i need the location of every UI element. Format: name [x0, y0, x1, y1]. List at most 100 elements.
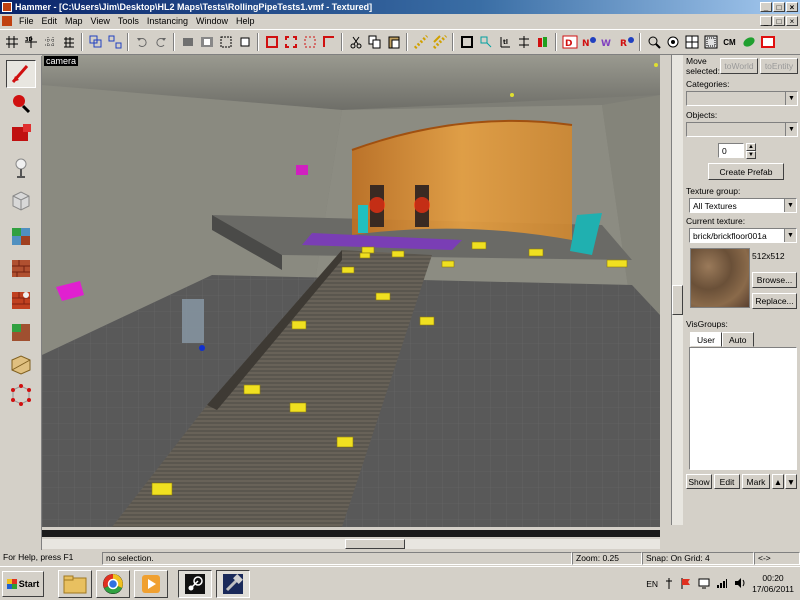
selection-tool-icon[interactable] — [6, 60, 36, 88]
steam-icon[interactable] — [178, 569, 212, 598]
start-button[interactable]: Start — [2, 570, 44, 597]
network-icon[interactable] — [716, 577, 728, 591]
hammer-app-icon[interactable] — [2, 2, 12, 12]
menu-map[interactable]: Map — [61, 16, 87, 26]
to-world-button[interactable]: toWorld — [720, 58, 758, 74]
menu-window[interactable]: Window — [192, 16, 232, 26]
transform-icon[interactable]: tl — [496, 33, 513, 51]
texture-app-icon[interactable] — [236, 33, 253, 51]
chevron-down-icon[interactable]: ▼ — [784, 199, 796, 212]
camera-viewport[interactable]: camera — [42, 55, 660, 527]
move-down-icon[interactable]: ▼ — [785, 474, 797, 489]
chevron-down-icon[interactable]: ▼ — [785, 123, 797, 136]
edit-button[interactable]: Edit — [714, 474, 740, 489]
clipping-tool-icon[interactable] — [6, 350, 36, 378]
block-tool-icon[interactable] — [6, 186, 36, 214]
create-prefab-button[interactable]: Create Prefab — [708, 163, 784, 180]
viewport-vertical-scrollbar[interactable] — [671, 55, 683, 525]
to-entity-button[interactable]: toEntity — [760, 58, 798, 74]
carve-icon[interactable] — [179, 33, 196, 51]
map-w-icon[interactable]: W — [599, 33, 616, 51]
grid-dot-icon[interactable] — [41, 33, 58, 51]
flag-icon[interactable] — [680, 577, 692, 591]
menu-view[interactable]: View — [87, 16, 114, 26]
group-icon[interactable] — [87, 33, 104, 51]
apply-overlay-icon[interactable] — [6, 318, 36, 346]
objects-select[interactable]: ▼ — [686, 122, 798, 137]
tab-auto[interactable]: Auto — [722, 332, 754, 347]
entity-tool-icon[interactable] — [6, 154, 36, 182]
corner-box-icon[interactable] — [282, 33, 299, 51]
spin-down-icon[interactable]: ▼ — [746, 151, 756, 159]
copy-icon[interactable] — [366, 33, 383, 51]
camera-icon[interactable] — [664, 33, 681, 51]
chrome-icon[interactable] — [96, 569, 130, 598]
grid-icon[interactable] — [3, 33, 20, 51]
brush-color-icon[interactable] — [534, 33, 551, 51]
3d-grid-icon[interactable]: 3D — [22, 33, 39, 51]
pin-icon[interactable] — [664, 577, 674, 591]
grid-size-icon[interactable] — [60, 33, 77, 51]
menu-tools[interactable]: Tools — [114, 16, 143, 26]
count-input[interactable]: 0 — [718, 143, 744, 158]
cm-label-icon[interactable]: CM — [721, 33, 738, 51]
map-r-icon[interactable]: R — [618, 33, 635, 51]
categories-select[interactable]: ▼ — [686, 91, 798, 106]
frame-icon[interactable] — [320, 33, 337, 51]
show-button[interactable]: Show — [686, 474, 712, 489]
volume-icon[interactable] — [734, 577, 746, 591]
clip-icon[interactable] — [217, 33, 234, 51]
scale-icon[interactable] — [477, 33, 494, 51]
tab-user[interactable]: User — [690, 332, 722, 347]
hammer-icon[interactable] — [216, 569, 250, 598]
visgroups-list[interactable] — [689, 347, 797, 470]
dotted-box-icon[interactable] — [301, 33, 318, 51]
current-texture-select[interactable]: brick/brickfloor001a ▼ — [689, 228, 797, 243]
zoom-icon[interactable] — [645, 33, 662, 51]
vertex-tool-icon[interactable] — [6, 380, 36, 408]
menu-edit[interactable]: Edit — [38, 16, 62, 26]
texture-tool-icon[interactable] — [6, 222, 36, 250]
monitor-icon[interactable] — [698, 577, 710, 591]
cut-icon[interactable] — [347, 33, 364, 51]
spin-up-icon[interactable]: ▲ — [746, 143, 756, 151]
menu-file[interactable]: File — [15, 16, 38, 26]
close-button[interactable]: × — [786, 2, 798, 12]
align-icon[interactable] — [515, 33, 532, 51]
menu-help[interactable]: Help — [232, 16, 259, 26]
apply-texture-icon[interactable] — [6, 254, 36, 282]
grid-toggle-icon[interactable] — [683, 33, 700, 51]
paste-icon[interactable] — [385, 33, 402, 51]
viewport-horizontal-scrollbar[interactable] — [42, 539, 660, 549]
apply-decal-icon[interactable] — [6, 286, 36, 314]
clock[interactable]: 00:20 17/06/2011 — [752, 573, 794, 595]
redo-icon[interactable] — [152, 33, 169, 51]
undo-icon[interactable] — [133, 33, 150, 51]
minimize-button[interactable]: _ — [760, 2, 772, 12]
doc-close-button[interactable]: × — [786, 16, 798, 26]
chevron-down-icon[interactable]: ▼ — [785, 92, 797, 105]
red-box-icon[interactable] — [263, 33, 280, 51]
hollow-icon[interactable] — [198, 33, 215, 51]
leaf-icon[interactable] — [740, 33, 757, 51]
horizontal-scroll-thumb[interactable] — [345, 539, 405, 549]
camera-tool-icon[interactable] — [6, 120, 36, 148]
select-icon[interactable] — [458, 33, 475, 51]
mark-button[interactable]: Mark — [742, 474, 770, 489]
doc-restore-button[interactable]: □ — [773, 16, 785, 26]
texture-group-select[interactable]: All Textures ▼ — [689, 198, 797, 213]
map-d-icon[interactable]: D — [561, 33, 578, 51]
portal-icon[interactable] — [702, 33, 719, 51]
maximize-button[interactable]: □ — [773, 2, 785, 12]
browse-button[interactable]: Browse... — [752, 272, 797, 288]
magnify-tool-icon[interactable] — [6, 90, 36, 118]
move-up-icon[interactable]: ▲ — [772, 474, 784, 489]
replace-button[interactable]: Replace... — [752, 293, 797, 309]
document-icon[interactable] — [2, 16, 12, 26]
media-player-icon[interactable] — [134, 569, 168, 598]
vertical-scroll-thumb[interactable] — [672, 285, 683, 315]
texture-lock-icon[interactable] — [431, 33, 448, 51]
show-icon[interactable] — [759, 33, 776, 51]
map-n-icon[interactable]: N — [580, 33, 597, 51]
chevron-down-icon[interactable]: ▼ — [784, 229, 796, 242]
